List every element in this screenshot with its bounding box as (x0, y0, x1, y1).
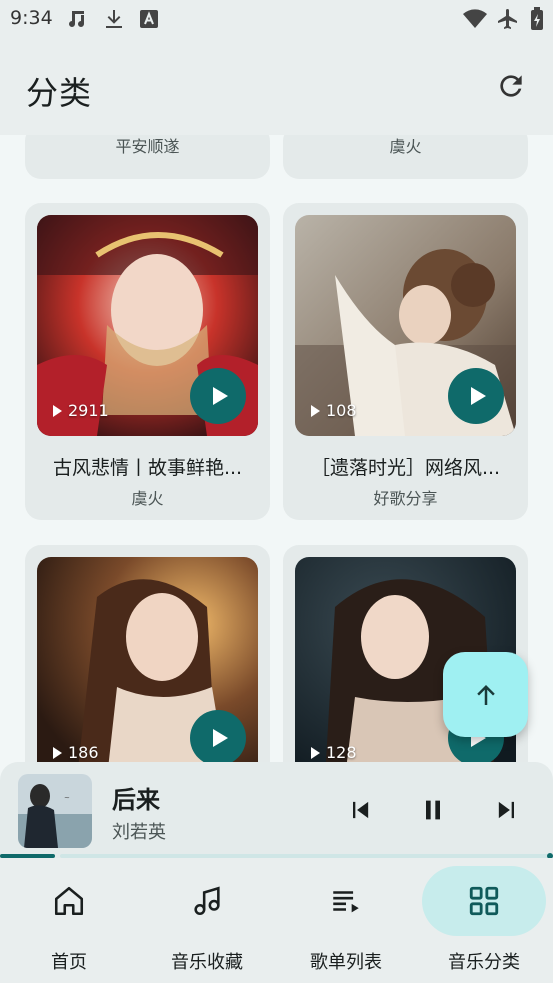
nav-label: 歌单列表 (310, 952, 382, 973)
playlist-card[interactable]: 平安顺遂 (25, 135, 270, 179)
airplane-icon (498, 9, 517, 29)
playlist-card[interactable]: 186 (25, 545, 270, 762)
play-icon (212, 729, 228, 747)
nav-item-favorites[interactable]: 音乐收藏 (138, 858, 276, 983)
playlist-card[interactable]: 虞火 (283, 135, 528, 179)
nav-label: 首页 (51, 952, 87, 973)
app-bar: 分类 (0, 40, 553, 135)
play-button[interactable] (190, 710, 246, 762)
play-icon (470, 387, 486, 405)
home-icon (54, 886, 84, 916)
refresh-icon[interactable] (495, 70, 527, 102)
music-notification-icon (69, 11, 84, 27)
play-icon (212, 387, 228, 405)
playlist-card[interactable]: 108 ［遗落时光］网络风... 好歌分享 (283, 203, 528, 520)
play-button[interactable] (190, 368, 246, 424)
grid-icon (469, 886, 499, 916)
album-art: ~ (18, 774, 92, 848)
playlist-cover-image: 108 (295, 215, 516, 436)
app-notification-icon (140, 10, 158, 28)
wifi-icon (463, 9, 487, 28)
nav-label: 音乐分类 (448, 952, 520, 973)
play-count: 128 (311, 743, 357, 762)
status-time: 9:34 (10, 7, 53, 29)
playlist-title: 古风悲情丨故事鲜艳... (52, 457, 243, 479)
nav-item-home[interactable]: 首页 (0, 858, 138, 983)
playlist-creator: 好歌分享 (373, 489, 438, 508)
artist-name: 刘若英 (112, 822, 166, 843)
nav-item-categories[interactable]: 音乐分类 (415, 858, 553, 983)
play-count: 186 (53, 743, 99, 762)
music-note-icon (194, 886, 220, 916)
svg-text:~: ~ (64, 794, 70, 802)
mini-player[interactable]: ~ 后来 刘若英 (0, 762, 553, 859)
play-count: 2911 (53, 401, 109, 420)
next-icon[interactable] (493, 796, 521, 824)
status-bar: 9:34 (0, 0, 553, 40)
bottom-navigation: 首页 音乐收藏 歌单列表 音乐分类 (0, 858, 553, 983)
battery-icon (531, 7, 543, 30)
download-icon (106, 10, 122, 28)
playlist-creator: 虞火 (131, 489, 164, 508)
page-title: 分类 (26, 74, 93, 112)
play-count: 108 (311, 401, 357, 420)
nav-label: 音乐收藏 (171, 952, 243, 973)
playlist-cover-image: 186 (37, 557, 258, 762)
play-button[interactable] (448, 368, 504, 424)
arrow-up-icon (476, 684, 495, 705)
nav-item-playlists[interactable]: 歌单列表 (277, 858, 415, 983)
pause-icon[interactable] (419, 796, 447, 824)
playlist-creator: 虞火 (389, 137, 422, 156)
song-title: 后来 (112, 786, 160, 814)
playlist-icon (333, 891, 359, 913)
playlist-creator: 平安顺遂 (115, 137, 180, 156)
playlist-cover-image: 2911 (37, 215, 258, 436)
playlist-title: ［遗落时光］网络风... (310, 457, 501, 479)
scroll-to-top-button[interactable] (443, 652, 528, 737)
previous-icon[interactable] (346, 796, 374, 824)
playlist-card[interactable]: 2911 古风悲情丨故事鲜艳... 虞火 (25, 203, 270, 520)
